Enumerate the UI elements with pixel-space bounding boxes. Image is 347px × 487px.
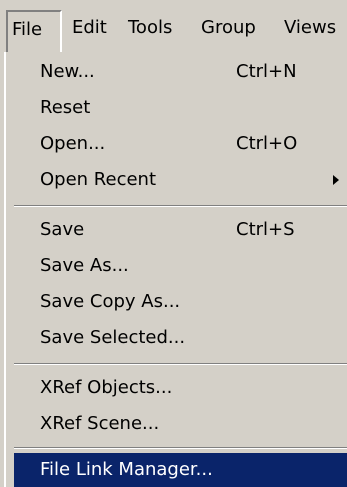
menu-item-label: XRef Scene... (40, 413, 160, 434)
submenu-arrow-icon (333, 175, 339, 185)
menu-item-label: Save (40, 219, 85, 240)
menu-item-xref-objects[interactable]: XRef Objects... (14, 370, 347, 406)
file-menu-dropdown: New... Ctrl+N Reset Open... Ctrl+O Open … (4, 52, 347, 487)
app-window: File Edit Tools Group Views New... Ctrl+… (0, 0, 347, 487)
menu-item-label: File Link Manager... (40, 459, 213, 480)
menu-bar: File Edit Tools Group Views (0, 0, 347, 52)
menu-item-save[interactable]: Save Ctrl+S (14, 212, 347, 248)
menu-item-shortcut: Ctrl+N (236, 61, 297, 82)
menu-item-xref-scene[interactable]: XRef Scene... (14, 406, 347, 442)
menu-tools[interactable]: Tools (128, 12, 172, 44)
menu-item-label: XRef Objects... (40, 377, 173, 398)
menu-item-label: Open... (40, 133, 106, 154)
menu-separator (14, 447, 347, 449)
menu-edit[interactable]: Edit (72, 12, 107, 44)
menu-item-save-copy-as[interactable]: Save Copy As... (14, 284, 347, 320)
menu-item-label: Reset (40, 97, 91, 118)
menu-item-label: Save Selected... (40, 327, 186, 348)
menu-item-shortcut: Ctrl+S (236, 219, 295, 240)
menu-separator (14, 363, 347, 365)
menu-file[interactable]: File (6, 10, 62, 52)
menu-item-label: New... (40, 61, 95, 82)
menu-item-save-selected[interactable]: Save Selected... (14, 320, 347, 356)
menu-item-reset[interactable]: Reset (14, 90, 347, 126)
menu-item-save-as[interactable]: Save As... (14, 248, 347, 284)
menu-item-new[interactable]: New... Ctrl+N (14, 54, 347, 90)
menu-item-file-link-manager[interactable]: File Link Manager... (14, 453, 347, 487)
menu-item-label: Save Copy As... (40, 291, 181, 312)
menu-separator (14, 205, 347, 207)
menu-item-open[interactable]: Open... Ctrl+O (14, 126, 347, 162)
menu-item-open-recent[interactable]: Open Recent (14, 162, 347, 198)
menu-views[interactable]: Views (284, 12, 336, 44)
menu-item-label: Save As... (40, 255, 129, 276)
menu-item-shortcut: Ctrl+O (236, 133, 298, 154)
menu-group[interactable]: Group (201, 12, 256, 44)
menu-item-label: Open Recent (40, 169, 157, 190)
